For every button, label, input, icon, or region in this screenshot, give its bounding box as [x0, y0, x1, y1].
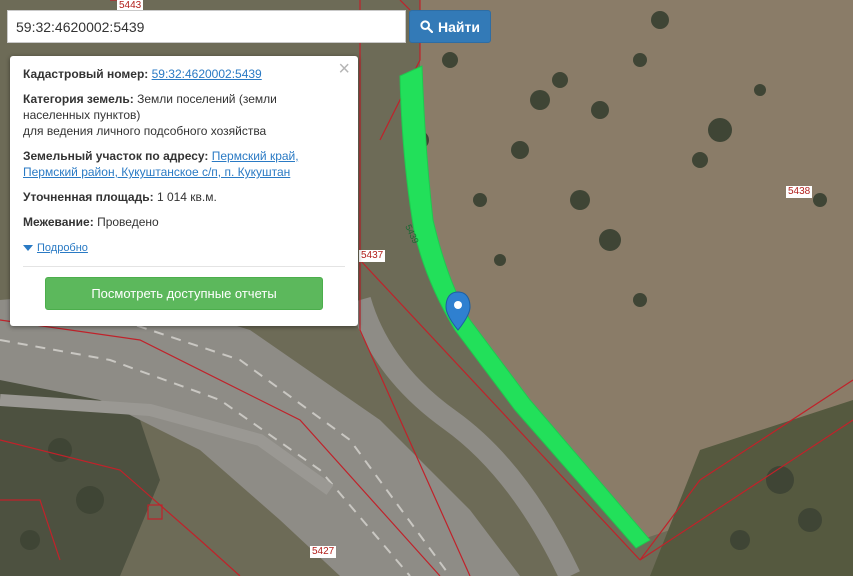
search-button-label: Найти [438, 18, 480, 35]
view-reports-button[interactable]: Посмотреть доступные отчеты [45, 277, 323, 310]
search-input[interactable] [7, 10, 406, 43]
view-reports-label: Посмотреть доступные отчеты [91, 285, 277, 301]
cadastral-row: Кадастровый номер: 59:32:4620002:5439 [23, 66, 345, 82]
survey-label: Межевание: [23, 215, 94, 229]
parcel-label-5438: 5438 [786, 186, 813, 198]
category-label: Категория земель: [23, 92, 134, 106]
area-row: Уточненная площадь: 1 014 кв.м. [23, 189, 345, 205]
cadastral-label: Кадастровый номер: [23, 67, 149, 81]
category-purpose: для ведения личного подсобного хозяйства [23, 124, 267, 138]
parcel-info-popup: × Кадастровый номер: 59:32:4620002:5439 … [10, 56, 358, 326]
survey-row: Межевание: Проведено [23, 214, 345, 230]
survey-value: Проведено [97, 215, 159, 229]
close-icon[interactable]: × [338, 59, 350, 79]
area-label: Уточненная площадь: [23, 190, 154, 204]
category-row: Категория земель: Земли поселений (земли… [23, 91, 345, 139]
popup-divider [23, 266, 345, 267]
more-row: Подробно [23, 239, 345, 256]
address-label: Земельный участок по адресу: [23, 149, 209, 163]
parcel-label-5437: 5437 [359, 250, 386, 262]
more-details-label: Подробно [37, 242, 88, 254]
more-details-toggle[interactable]: Подробно [23, 240, 88, 256]
cadastral-link[interactable]: 59:32:4620002:5439 [152, 67, 262, 81]
area-value: 1 014 кв.м. [156, 190, 217, 204]
address-row: Земельный участок по адресу: Пермский кр… [23, 148, 345, 180]
caret-down-icon [23, 245, 33, 251]
search-icon [420, 20, 434, 33]
parcel-label-5427: 5427 [310, 546, 337, 558]
search-button[interactable]: Найти [409, 10, 491, 43]
